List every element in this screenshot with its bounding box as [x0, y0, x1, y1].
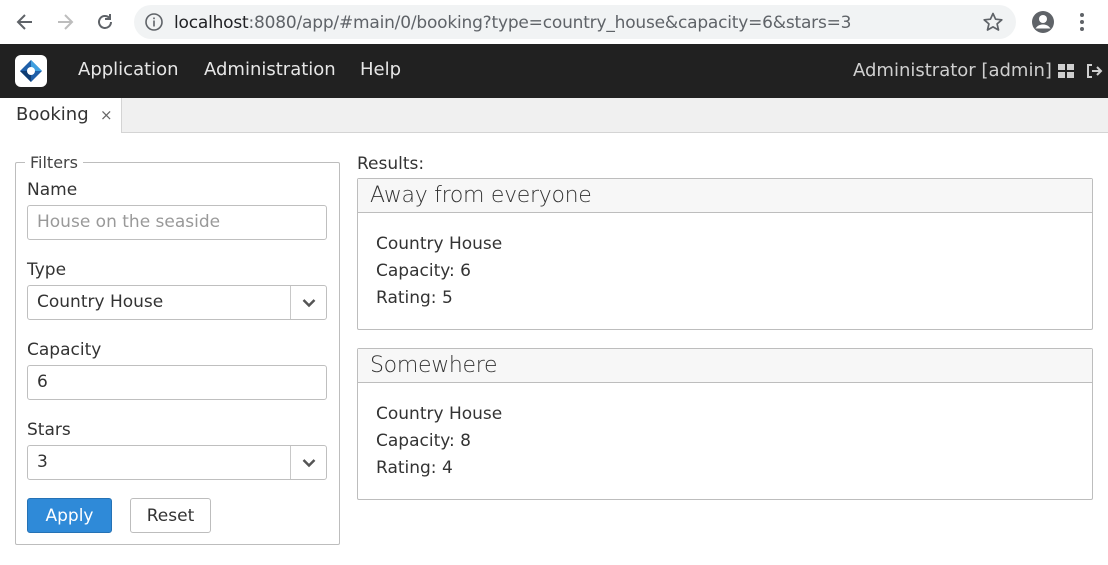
name-label: Name: [27, 180, 78, 200]
chevron-down-icon[interactable]: [290, 286, 326, 319]
capacity-label: Capacity: [27, 340, 102, 360]
results-label: Results:: [357, 154, 425, 174]
address-bar[interactable]: localhost:8080/app/#main/0/booking?type=…: [134, 5, 1016, 39]
type-label: Type: [27, 260, 67, 280]
result-body: Country House Capacity: 6 Rating: 5: [358, 213, 1092, 312]
arrow-left-icon: [16, 14, 32, 30]
back-button[interactable]: [12, 9, 38, 35]
result-rating: Rating: 5: [376, 288, 453, 308]
account-icon[interactable]: [1030, 9, 1056, 39]
result-card[interactable]: Away from everyone Country House Capacit…: [357, 178, 1093, 330]
type-value: Country House: [37, 292, 164, 312]
tab-label: Booking: [16, 104, 89, 125]
result-type: Country House: [376, 234, 503, 254]
result-body: Country House Capacity: 8 Rating: 4: [358, 383, 1092, 482]
app-menubar: Application Administration Help Administ…: [0, 44, 1108, 98]
arrow-right-icon: [58, 14, 74, 30]
result-rating: Rating: 4: [376, 458, 453, 478]
browser-toolbar: localhost:8080/app/#main/0/booking?type=…: [0, 0, 1108, 44]
result-capacity: Capacity: 8: [376, 431, 472, 451]
reload-button[interactable]: [92, 9, 118, 35]
info-icon[interactable]: [144, 12, 164, 36]
apply-button[interactable]: Apply: [27, 498, 112, 533]
star-icon[interactable]: [982, 11, 1004, 37]
menu-application[interactable]: Application: [78, 59, 179, 80]
type-select[interactable]: Country House: [27, 285, 327, 320]
url-path: :8080/app/#main/0/booking?type=country_h…: [248, 13, 852, 33]
url-text: localhost:8080/app/#main/0/booking?type=…: [174, 13, 851, 33]
result-title: Away from everyone: [358, 179, 1092, 213]
tab-strip: Booking ×: [0, 98, 1108, 133]
capacity-field[interactable]: 6: [27, 365, 327, 400]
reset-button[interactable]: Reset: [130, 498, 211, 533]
stars-value: 3: [37, 452, 48, 472]
reload-icon: [98, 14, 112, 29]
filters-legend: Filters: [30, 153, 78, 172]
kebab-icon[interactable]: [1072, 9, 1092, 39]
stars-label: Stars: [27, 420, 71, 440]
user-indicator[interactable]: Administrator [admin]: [853, 60, 1052, 81]
result-card[interactable]: Somewhere Country House Capacity: 8 Rati…: [357, 348, 1093, 500]
app-logo[interactable]: [15, 55, 47, 87]
name-field[interactable]: House on the seaside: [27, 205, 327, 240]
windows-grid-icon[interactable]: [1058, 63, 1074, 83]
stars-select[interactable]: 3: [27, 445, 327, 480]
menu-help[interactable]: Help: [360, 59, 401, 80]
chevron-down-icon[interactable]: [290, 446, 326, 479]
close-icon[interactable]: ×: [100, 106, 113, 124]
forward-button[interactable]: [52, 9, 78, 35]
logout-icon[interactable]: [1086, 63, 1103, 83]
tab-booking[interactable]: Booking ×: [0, 98, 122, 133]
result-capacity: Capacity: 6: [376, 261, 472, 281]
result-type: Country House: [376, 404, 503, 424]
result-title: Somewhere: [358, 349, 1092, 383]
url-host: localhost: [174, 13, 249, 33]
menu-administration[interactable]: Administration: [204, 59, 336, 80]
